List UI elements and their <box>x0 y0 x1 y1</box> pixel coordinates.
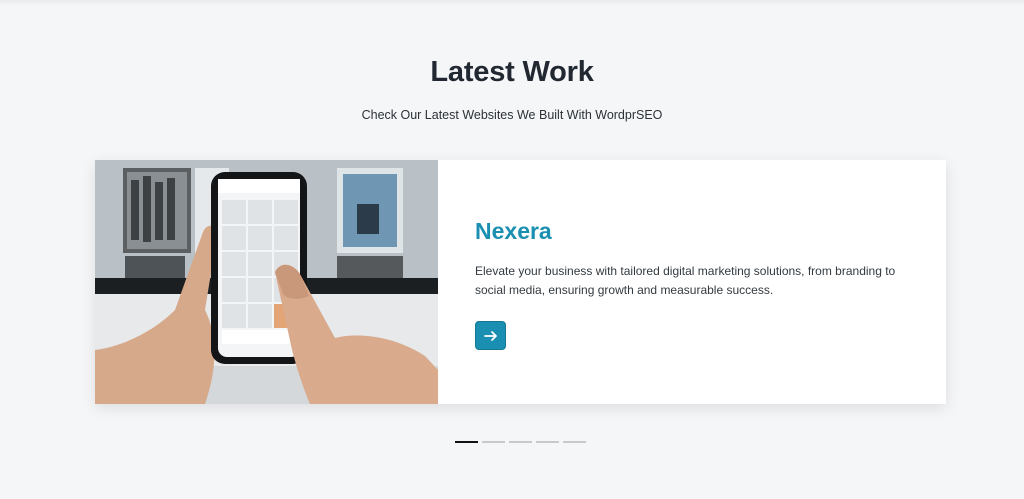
carousel-dot[interactable] <box>563 441 586 443</box>
carousel-dot[interactable] <box>455 441 478 443</box>
arrow-right-icon <box>483 330 497 341</box>
carousel-pagination <box>455 441 586 444</box>
section-title: Latest Work <box>430 56 594 88</box>
section-subtitle: Check Our Latest Websites We Built With … <box>361 108 663 122</box>
header-shadow <box>0 0 1024 6</box>
carousel-dot[interactable] <box>509 441 532 443</box>
view-project-button[interactable] <box>475 321 506 350</box>
project-description: Elevate your business with tailored digi… <box>475 264 896 297</box>
project-title: Nexera <box>475 218 552 244</box>
project-image[interactable] <box>95 160 438 404</box>
carousel-dot[interactable] <box>482 441 505 443</box>
project-card: Nexera Elevate your business with tailor… <box>95 160 946 404</box>
carousel-dot[interactable] <box>536 441 559 443</box>
